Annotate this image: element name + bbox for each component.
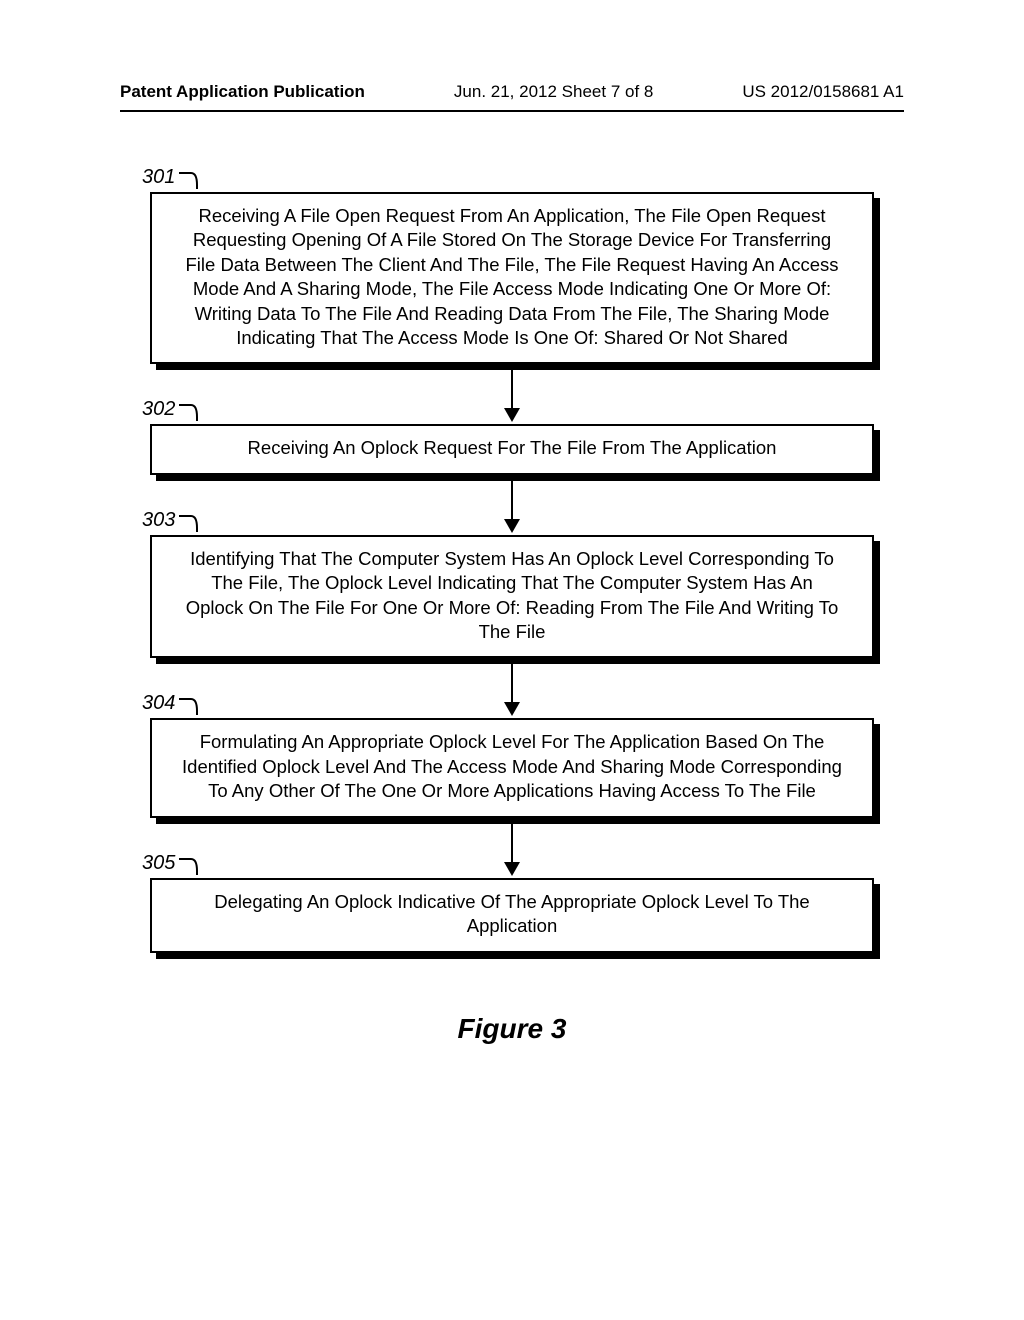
step-box: Delegating An Oplock Indicative Of The A…	[150, 878, 874, 953]
figure-area: 300 301 Receiving A File Open Request Fr…	[120, 192, 904, 1045]
step-305: 305 Delegating An Oplock Indicative Of T…	[150, 878, 874, 953]
leader-icon	[177, 857, 201, 879]
step-302: 302 Receiving An Oplock Request For The …	[150, 424, 874, 474]
box-content: Receiving A File Open Request From An Ap…	[150, 192, 874, 364]
flowchart: 301 Receiving A File Open Request From A…	[150, 192, 874, 953]
box-content: Identifying That The Computer System Has…	[150, 535, 874, 659]
step-box: Identifying That The Computer System Has…	[150, 535, 874, 659]
step-label-302: 302	[142, 398, 201, 421]
figure-caption: Figure 3	[120, 1013, 904, 1045]
step-num: 303	[142, 509, 175, 532]
step-label-305: 305	[142, 852, 201, 875]
connector-arrow	[150, 475, 874, 535]
leader-icon	[177, 403, 201, 425]
step-304: 304 Formulating An Appropriate Oplock Le…	[150, 718, 874, 817]
leader-icon	[177, 171, 201, 193]
step-label-304: 304	[142, 692, 201, 715]
connector-arrow	[150, 658, 874, 718]
page-header: Patent Application Publication Jun. 21, …	[0, 0, 1024, 110]
step-num: 305	[142, 852, 175, 875]
step-num: 304	[142, 692, 175, 715]
leader-icon	[177, 514, 201, 536]
leader-icon	[177, 697, 201, 719]
box-content: Receiving An Oplock Request For The File…	[150, 424, 874, 474]
connector-arrow	[150, 364, 874, 424]
step-301: 301 Receiving A File Open Request From A…	[150, 192, 874, 364]
connector-arrow	[150, 818, 874, 878]
step-label-303: 303	[142, 509, 201, 532]
box-content: Formulating An Appropriate Oplock Level …	[150, 718, 874, 817]
step-num: 302	[142, 398, 175, 421]
step-box: Receiving An Oplock Request For The File…	[150, 424, 874, 474]
header-left: Patent Application Publication	[120, 82, 365, 102]
header-rule	[120, 110, 904, 112]
step-num: 301	[142, 166, 175, 189]
step-box: Receiving A File Open Request From An Ap…	[150, 192, 874, 364]
step-box: Formulating An Appropriate Oplock Level …	[150, 718, 874, 817]
header-center: Jun. 21, 2012 Sheet 7 of 8	[454, 82, 653, 102]
box-content: Delegating An Oplock Indicative Of The A…	[150, 878, 874, 953]
step-label-301: 301	[142, 166, 201, 189]
header-right: US 2012/0158681 A1	[742, 82, 904, 102]
step-303: 303 Identifying That The Computer System…	[150, 535, 874, 659]
